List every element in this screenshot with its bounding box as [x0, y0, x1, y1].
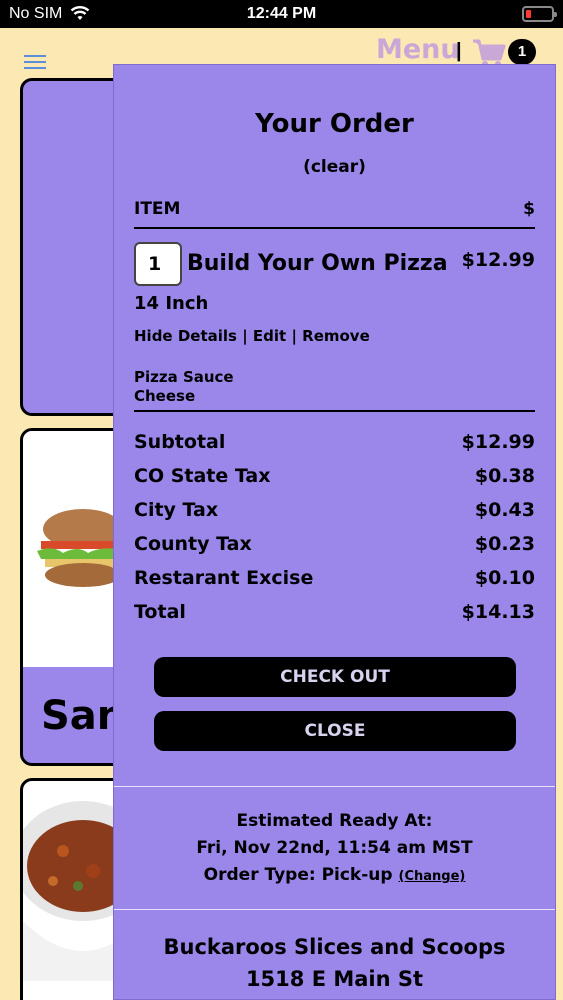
change-order-type-link[interactable]: (Change)	[399, 869, 466, 884]
totals-value: $0.10	[474, 567, 535, 589]
order-type-line: Order Type: Pick-up (Change)	[114, 865, 555, 885]
header-divider	[134, 227, 535, 229]
store-address: 1518 E Main St	[245, 967, 424, 991]
totals-row-excise: Restarant Excise $0.10	[134, 567, 535, 593]
item-detail: Cheese	[134, 387, 196, 405]
totals-label: Subtotal	[134, 431, 226, 453]
clock-time: 12:44 PM	[246, 5, 317, 22]
section-divider	[114, 909, 555, 910]
edit-item-link[interactable]: Edit	[253, 327, 286, 345]
totals-row-subtotal: Subtotal $12.99	[134, 431, 535, 457]
order-type: Order Type: Pick-up	[203, 865, 393, 885]
hide-details-link[interactable]: Hide Details	[134, 327, 237, 345]
totals-row-total: Total $14.13	[134, 601, 535, 627]
store-name: Buckaroos Slices and Scoops	[163, 935, 506, 959]
item-name: Build Your Own Pizza	[187, 251, 448, 276]
order-panel: Your Order (clear) ITEM $ 1 Build Your O…	[113, 64, 556, 1000]
remove-item-link[interactable]: Remove	[302, 327, 370, 345]
close-button[interactable]: CLOSE	[154, 711, 516, 751]
status-bar: No SIM 12:44 PM	[0, 0, 563, 28]
totals-value: $0.43	[474, 499, 535, 521]
menu-link[interactable]: Menu	[376, 34, 460, 65]
totals-row-city-tax: City Tax $0.43	[134, 499, 535, 525]
item-size: 14 Inch	[134, 293, 209, 314]
cart-count-badge[interactable]: 1	[508, 39, 536, 65]
check-out-button[interactable]: CHECK OUT	[154, 657, 516, 697]
battery-icon	[522, 6, 557, 22]
item-detail: Pizza Sauce	[134, 368, 234, 386]
header-separator: |	[456, 40, 462, 62]
section-divider	[114, 786, 555, 787]
totals-label: Restarant Excise	[134, 567, 314, 589]
item-price: $12.99	[461, 249, 535, 271]
quantity-input[interactable]: 1	[134, 242, 182, 286]
order-table-header: ITEM $	[134, 199, 535, 219]
totals-label: CO State Tax	[134, 465, 271, 487]
totals-value: $0.38	[474, 465, 535, 487]
totals-label: City Tax	[134, 499, 219, 521]
hamburger-menu-icon[interactable]	[24, 55, 46, 69]
totals-label: Total	[134, 601, 186, 623]
clear-order-link[interactable]: (clear)	[114, 157, 555, 177]
item-actions: Hide Details | Edit | Remove	[134, 327, 370, 345]
ready-time: Fri, Nov 22nd, 11:54 am MST	[196, 838, 473, 858]
price-column-header: $	[523, 199, 535, 219]
totals-label: County Tax	[134, 533, 252, 555]
totals-row-county-tax: County Tax $0.23	[134, 533, 535, 559]
ready-label: Estimated Ready At:	[236, 811, 433, 831]
totals-value: $14.13	[461, 601, 535, 623]
totals-value: $0.23	[474, 533, 535, 555]
totals-value: $12.99	[461, 431, 535, 453]
item-column-header: ITEM	[134, 199, 181, 219]
items-divider	[134, 410, 535, 412]
totals-row-state-tax: CO State Tax $0.38	[134, 465, 535, 491]
order-title: Your Order	[255, 109, 414, 139]
